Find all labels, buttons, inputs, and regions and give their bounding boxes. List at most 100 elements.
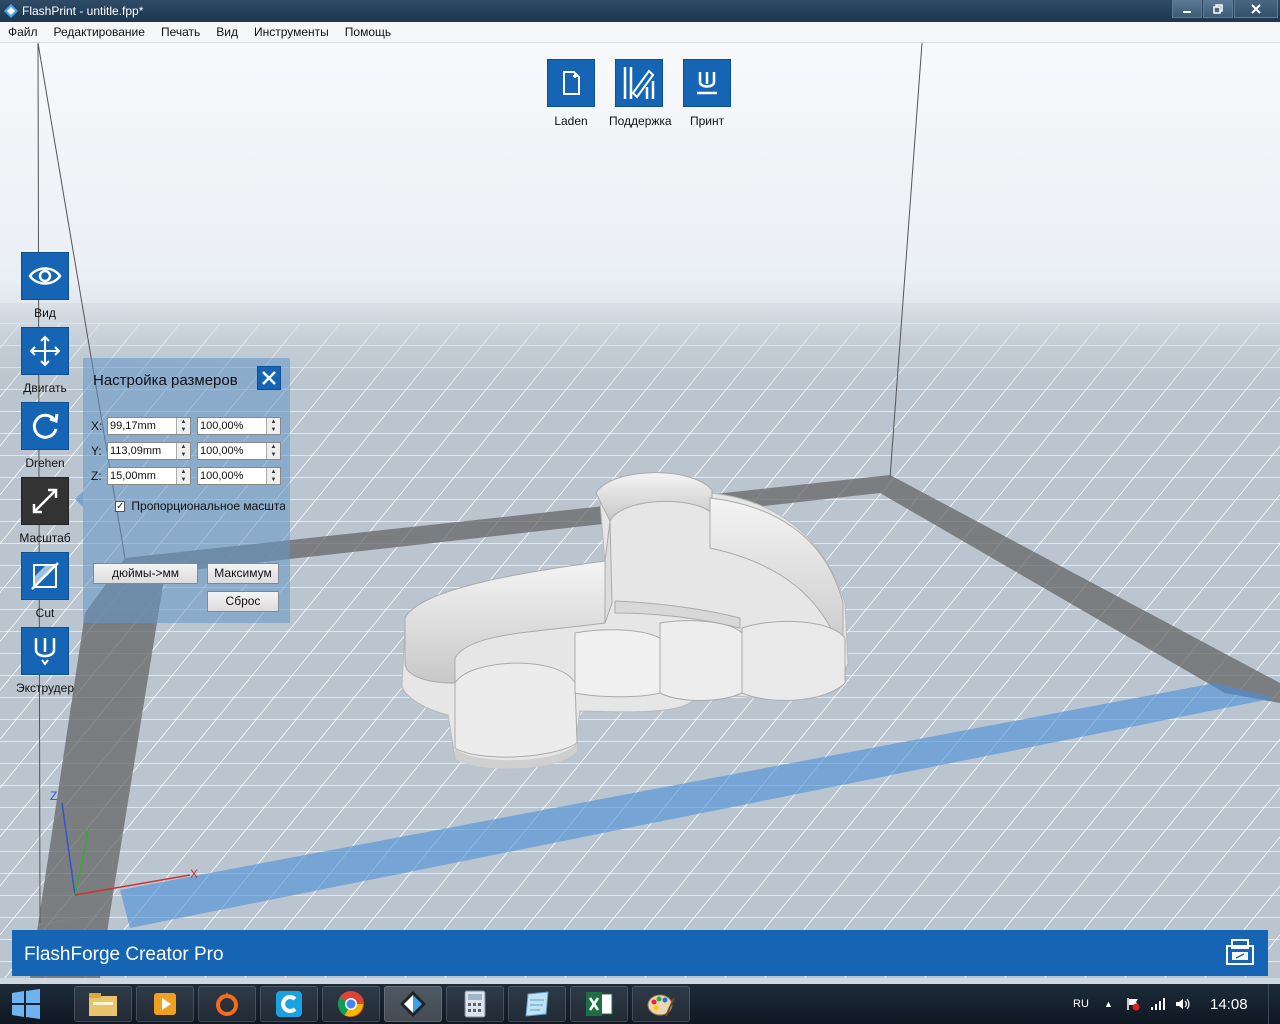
percent-x-input[interactable]: 100,00% ▲ ▼ <box>197 417 281 435</box>
percent-z-value: 100,00% <box>200 470 244 482</box>
menu-help[interactable]: Помощь <box>337 22 399 42</box>
maximum-button[interactable]: Максимум <box>207 563 279 584</box>
axis-z-label: Z <box>50 789 57 803</box>
tray-volume-icon[interactable] <box>1175 984 1191 1024</box>
taskbar-notes[interactable] <box>508 986 566 1022</box>
close-icon <box>1251 3 1261 14</box>
menu-file[interactable]: Файл <box>0 22 46 42</box>
taskbar-chrome[interactable] <box>322 986 380 1022</box>
spin-down-icon[interactable]: ▼ <box>177 476 190 484</box>
load-file-icon <box>563 71 580 95</box>
move-button[interactable] <box>21 327 69 375</box>
spin-up-icon[interactable]: ▲ <box>177 418 190 426</box>
taskbar-ccleaner[interactable] <box>260 986 318 1022</box>
load-button[interactable] <box>547 59 595 107</box>
percent-z-spinner[interactable]: ▲ ▼ <box>266 468 280 484</box>
toolbar-load[interactable]: Laden <box>541 59 601 128</box>
tray-clock[interactable]: 14:08 <box>1210 984 1248 1024</box>
size-x-spinner[interactable]: ▲ ▼ <box>176 418 190 434</box>
toolbar-support[interactable]: Поддержка <box>609 59 672 128</box>
checkbox-box[interactable]: ✓ <box>115 500 126 512</box>
paint-icon <box>647 994 675 1017</box>
percent-y-spinner[interactable]: ▲ ▼ <box>266 443 280 459</box>
printer-icon[interactable] <box>1224 938 1256 968</box>
taskbar-calculator[interactable] <box>446 986 504 1022</box>
spin-down-icon[interactable]: ▼ <box>267 451 280 459</box>
axis-label: Z: <box>91 469 102 483</box>
spin-down-icon[interactable]: ▼ <box>177 451 190 459</box>
cut-button[interactable] <box>21 552 69 600</box>
calculator-icon <box>464 990 486 1018</box>
scale-panel-title: Настройка размеров <box>93 372 238 389</box>
size-y-input[interactable]: 113,09mm ▲ ▼ <box>107 442 191 460</box>
size-x-input[interactable]: 99,17mm ▲ ▼ <box>107 417 191 435</box>
printer-name: FlashForge Creator Pro <box>24 944 224 965</box>
menu-print[interactable]: Печать <box>153 22 208 42</box>
tool-move[interactable]: Двигать <box>14 327 76 395</box>
show-desktop-button[interactable] <box>1268 984 1280 1024</box>
print-button[interactable] <box>683 59 731 107</box>
proportional-scale-label: Пропорциональное масштабирование <box>131 499 285 513</box>
percent-x-value: 100,00% <box>200 420 244 432</box>
scale-icon <box>32 488 58 514</box>
rotate-label: Drehen <box>25 456 65 470</box>
menu-view[interactable]: Вид <box>208 22 246 42</box>
size-z-input[interactable]: 15,00mm ▲ ▼ <box>107 467 191 485</box>
axis-label: Y: <box>91 444 102 458</box>
minimize-button[interactable] <box>1172 0 1202 18</box>
tool-view[interactable]: Вид <box>14 252 76 320</box>
tool-scale[interactable]: Масштаб <box>14 477 76 545</box>
extruder-button[interactable] <box>21 627 69 675</box>
tool-cut[interactable]: Cut <box>14 552 76 620</box>
size-z-spinner[interactable]: ▲ ▼ <box>176 468 190 484</box>
percent-z-input[interactable]: 100,00% ▲ ▼ <box>197 467 281 485</box>
menu-tools[interactable]: Инструменты <box>246 22 337 42</box>
spin-down-icon[interactable]: ▼ <box>267 426 280 434</box>
close-button[interactable] <box>1234 0 1278 18</box>
taskbar-explorer[interactable] <box>74 986 132 1022</box>
tray-language[interactable]: RU <box>1073 984 1089 1024</box>
spin-up-icon[interactable]: ▲ <box>177 443 190 451</box>
view-button[interactable] <box>21 252 69 300</box>
start-button[interactable] <box>4 986 48 1022</box>
ccleaner-icon <box>276 991 302 1017</box>
toolbar-print[interactable]: Принт <box>677 59 737 128</box>
proportional-scale-checkbox[interactable]: ✓ Пропорциональное масштабирование <box>115 499 285 513</box>
windows-taskbar: RU ▲ 14:08 <box>0 984 1280 1024</box>
percent-y-input[interactable]: 100,00% ▲ ▼ <box>197 442 281 460</box>
reset-button[interactable]: Сброс <box>207 591 279 612</box>
rotate-button[interactable] <box>21 402 69 450</box>
spin-down-icon[interactable]: ▼ <box>267 476 280 484</box>
spin-down-icon[interactable]: ▼ <box>177 426 190 434</box>
tool-extruder[interactable]: Экструдер <box>14 627 76 695</box>
support-button[interactable] <box>615 59 663 107</box>
menu-edit[interactable]: Редактирование <box>46 22 153 42</box>
rotate-icon <box>32 413 59 439</box>
spin-up-icon[interactable]: ▲ <box>267 418 280 426</box>
cut-icon <box>31 562 59 590</box>
origin-icon <box>216 992 238 1016</box>
taskbar-origin[interactable] <box>198 986 256 1022</box>
taskbar-excel[interactable] <box>570 986 628 1022</box>
printer-status-bar: FlashForge Creator Pro <box>12 930 1268 976</box>
taskbar-paint[interactable] <box>632 986 690 1022</box>
3d-viewport[interactable]: Z Y X Laden Поддержка Принт Вид Двигать … <box>0 43 1280 978</box>
spin-up-icon[interactable]: ▲ <box>177 468 190 476</box>
taskbar-flashprint[interactable] <box>384 986 442 1022</box>
scale-panel-close-button[interactable] <box>257 366 281 390</box>
tray-network-icon[interactable] <box>1150 984 1166 1024</box>
scale-button[interactable] <box>21 477 69 525</box>
restore-button[interactable] <box>1203 0 1233 18</box>
tool-rotate[interactable]: Drehen <box>14 402 76 470</box>
media-player-icon <box>154 993 176 1015</box>
tray-flag-icon[interactable] <box>1126 984 1140 1024</box>
inch-to-mm-button[interactable]: дюймы->мм <box>93 563 198 584</box>
move-label: Двигать <box>23 381 67 395</box>
size-y-spinner[interactable]: ▲ ▼ <box>176 443 190 459</box>
percent-x-spinner[interactable]: ▲ ▼ <box>266 418 280 434</box>
taskbar-media-player[interactable] <box>136 986 194 1022</box>
spin-up-icon[interactable]: ▲ <box>267 443 280 451</box>
spin-up-icon[interactable]: ▲ <box>267 468 280 476</box>
minimize-icon <box>1183 10 1191 13</box>
tray-expand-icon[interactable]: ▲ <box>1104 984 1113 1024</box>
